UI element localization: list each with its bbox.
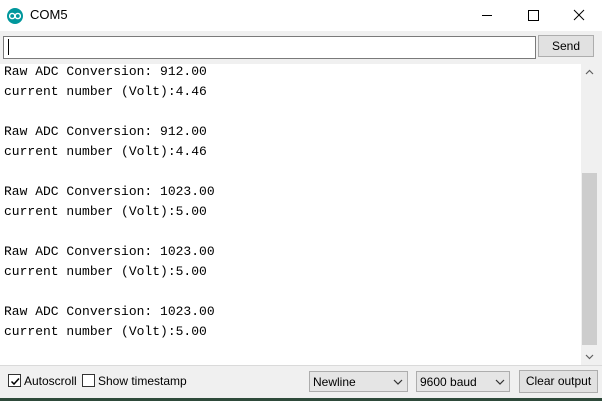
scroll-down-button[interactable] xyxy=(581,348,598,365)
scrollbar-thumb[interactable] xyxy=(582,173,597,345)
title-bar: COM5 xyxy=(0,0,602,31)
output-line: current number (Volt):5.00 xyxy=(4,324,207,339)
output-line: Raw ADC Conversion: 912.00 xyxy=(4,64,207,79)
line-ending-value: Newline xyxy=(313,375,356,389)
window-title: COM5 xyxy=(30,7,68,22)
scroll-up-button[interactable] xyxy=(581,64,598,81)
output-line: current number (Volt):5.00 xyxy=(4,204,207,219)
baud-rate-value: 9600 baud xyxy=(420,375,477,389)
minimize-icon xyxy=(482,15,492,16)
window-edge xyxy=(598,31,602,401)
maximize-button[interactable] xyxy=(510,0,556,31)
text-caret xyxy=(8,39,9,55)
show-timestamp-checkbox[interactable] xyxy=(82,374,95,387)
baud-rate-select[interactable]: 9600 baud xyxy=(416,371,510,392)
show-timestamp-label[interactable]: Show timestamp xyxy=(98,374,187,388)
arduino-logo-icon xyxy=(7,8,23,24)
output-line: Raw ADC Conversion: 912.00 xyxy=(4,124,207,139)
output-line: Raw ADC Conversion: 1023.00 xyxy=(4,304,215,319)
line-ending-select[interactable]: Newline xyxy=(309,371,408,392)
chevron-up-icon xyxy=(585,69,594,75)
close-icon xyxy=(573,9,585,21)
clear-output-button[interactable]: Clear output xyxy=(519,370,598,393)
output-line: Raw ADC Conversion: 1023.00 xyxy=(4,244,215,259)
close-button[interactable] xyxy=(556,0,602,31)
send-button[interactable]: Send xyxy=(538,35,594,57)
chevron-down-icon xyxy=(393,379,403,385)
chevron-down-icon xyxy=(495,379,505,385)
output-line: Raw ADC Conversion: 1023.00 xyxy=(4,184,215,199)
serial-output-area[interactable]: Raw ADC Conversion: 912.00 current numbe… xyxy=(0,64,581,365)
maximize-icon xyxy=(528,10,539,21)
send-row xyxy=(0,31,602,64)
output-line: current number (Volt):5.00 xyxy=(4,264,207,279)
serial-input-field[interactable] xyxy=(3,36,536,59)
checkmark-icon xyxy=(10,377,20,386)
chevron-down-icon xyxy=(585,354,594,360)
autoscroll-checkbox[interactable] xyxy=(8,374,21,387)
vertical-scrollbar[interactable] xyxy=(581,64,598,365)
output-line: current number (Volt):4.46 xyxy=(4,144,207,159)
minimize-button[interactable] xyxy=(464,0,510,31)
autoscroll-label[interactable]: Autoscroll xyxy=(24,374,77,388)
output-line: current number (Volt):4.46 xyxy=(4,84,207,99)
